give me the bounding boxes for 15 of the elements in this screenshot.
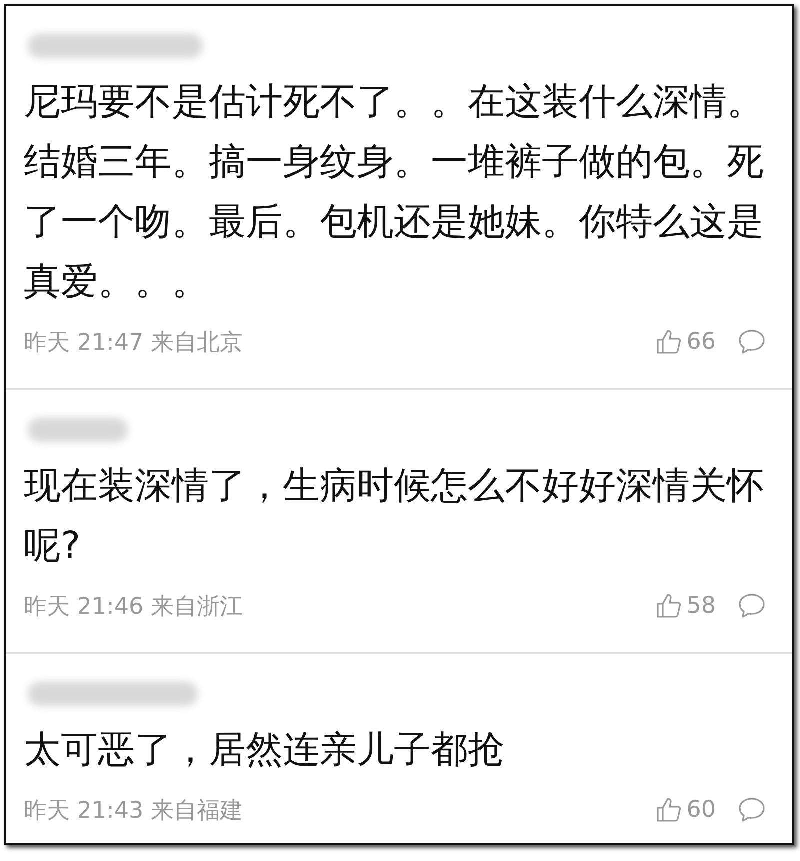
comment-text: 现在装深情了，生病时候怎么不好好深情关怀呢? bbox=[24, 463, 765, 569]
thumbs-up-icon bbox=[654, 796, 683, 824]
comment-icon[interactable] bbox=[738, 593, 766, 619]
comment-text: 尼玛要不是估计死不了。。在这装什么深情。结婚三年。搞一身纹身。一堆裤子做的包。死了一个吻。最后。包机还是她妹。你特么这是真爱。。。 bbox=[24, 79, 765, 305]
comment-text: 太可恶了，居然连亲儿子都抢 bbox=[24, 727, 506, 773]
thumbs-up-icon bbox=[654, 328, 683, 356]
thumbs-up-icon bbox=[654, 592, 683, 620]
comment-time: 昨天 21:46 来自浙江 bbox=[24, 592, 243, 622]
comment-icon[interactable] bbox=[738, 797, 766, 823]
comment-time: 昨天 21:47 来自北京 bbox=[24, 328, 243, 358]
like-button[interactable]: 60 bbox=[654, 796, 716, 824]
comment-time: 昨天 21:43 来自福建 bbox=[24, 796, 243, 826]
like-button[interactable]: 66 bbox=[654, 328, 716, 356]
comment-icon[interactable] bbox=[738, 329, 766, 355]
like-button[interactable]: 58 bbox=[654, 592, 716, 620]
